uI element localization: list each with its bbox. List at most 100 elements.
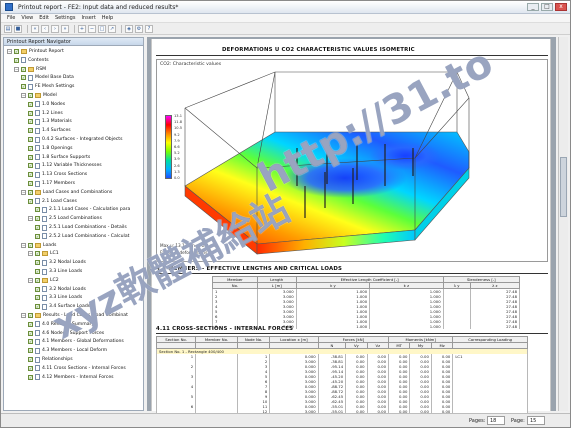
checkbox[interactable]: ✓ xyxy=(35,233,40,239)
nav-tree-item[interactable]: ✓ 1.17 Members xyxy=(28,180,75,187)
checkbox[interactable]: ✓ xyxy=(35,207,40,213)
checkbox[interactable]: ✓ xyxy=(35,295,40,301)
vertical-scrollbar[interactable] xyxy=(558,37,568,411)
nav-tree-item[interactable]: ✓ 4.6 Nodes - Support Forces xyxy=(28,330,104,337)
nav-tree-item[interactable]: − ✓ 2.5 Load Combinations xyxy=(28,215,102,222)
checkbox[interactable]: ✓ xyxy=(14,57,19,63)
nav-tree-item[interactable]: ✓ 3.3 Line Loads xyxy=(35,294,82,301)
nav-tree-item[interactable]: ✓ 1.8 Surface Supports xyxy=(28,154,90,161)
nav-tree-item[interactable]: ✓ 3.2 Nodal Loads xyxy=(35,286,86,293)
nav-tree-item[interactable]: ✓ 1.2 Lines xyxy=(28,110,63,117)
nav-tree-item[interactable]: ✓ Model Base Data xyxy=(21,74,74,81)
nav-tree-item[interactable]: ✓ 2.1.1 Load Cases - Calculation para xyxy=(35,206,130,213)
checkbox[interactable]: ✓ xyxy=(28,313,33,318)
checkbox[interactable]: ✓ xyxy=(21,66,26,72)
page-setup-icon[interactable]: □ xyxy=(98,24,106,33)
menu-edit[interactable]: Edit xyxy=(39,15,49,21)
checkbox[interactable]: ✓ xyxy=(28,110,33,116)
zoom-out-icon[interactable]: − xyxy=(88,24,96,33)
expand-toggle-icon[interactable]: − xyxy=(14,66,19,72)
nav-tree-item[interactable]: ✓ FE Mesh Settings xyxy=(21,83,74,90)
nav-tree-item[interactable]: − ✓ Results - Load Cases, Load Combinat xyxy=(21,312,128,319)
maximize-button[interactable]: □ xyxy=(541,3,553,11)
checkbox[interactable]: ✓ xyxy=(28,365,33,371)
scrollbar-thumb[interactable] xyxy=(560,157,567,217)
checkbox[interactable]: ✓ xyxy=(28,119,33,125)
nav-tree-item[interactable]: ✓ 3.4 Surface Loads xyxy=(35,303,90,310)
checkbox[interactable]: ✓ xyxy=(35,260,40,266)
nav-tree-item[interactable]: ✓ 4.12 Members - Internal Forces xyxy=(28,374,114,381)
nav-tree-item[interactable]: ✓ 4.11 Cross Sections - Internal Forces xyxy=(28,365,126,372)
checkbox[interactable]: ✓ xyxy=(28,154,33,160)
checkbox[interactable]: ✓ xyxy=(28,357,33,362)
menu-settings[interactable]: Settings xyxy=(55,15,76,21)
expand-toggle-icon[interactable]: − xyxy=(21,93,26,98)
settings-icon[interactable]: ⚙ xyxy=(135,24,143,33)
menu-help[interactable]: Help xyxy=(102,15,113,21)
checkbox[interactable]: ✓ xyxy=(28,145,33,151)
nav-tree-item[interactable]: ✓ 4.1 Members - Global Deformations xyxy=(28,338,124,345)
first-page-icon[interactable]: « xyxy=(31,24,39,33)
nav-tree-item[interactable]: ✓ 1.3 Materials xyxy=(28,118,72,125)
nav-tree-item[interactable]: − ✓ Load Cases and Combinations xyxy=(21,189,112,196)
nav-tree-item[interactable]: ✓ 4.0 Results - Summary xyxy=(28,321,94,328)
checkbox[interactable]: ✓ xyxy=(14,49,19,54)
nav-tree-item[interactable]: − ✓ Loads xyxy=(21,242,56,249)
checkbox[interactable]: ✓ xyxy=(28,93,33,98)
nav-tree-item[interactable]: ✓ 2.5.1 Load Combinations - Details xyxy=(35,224,127,231)
checkbox[interactable]: ✓ xyxy=(28,198,33,204)
checkbox[interactable]: ✓ xyxy=(35,269,40,274)
nav-tree-item[interactable]: ✓ 1.13 Cross Sections xyxy=(28,171,87,178)
nav-tree-item[interactable]: ✓ 1.12 Variable Thicknesses xyxy=(28,162,102,169)
help-icon[interactable]: ? xyxy=(145,24,153,33)
nav-tree-item[interactable]: ✓ 1.4 Surfaces xyxy=(28,127,71,134)
export-icon[interactable]: ↗ xyxy=(108,24,116,33)
nav-tree-item[interactable]: − ✓ LC1 xyxy=(28,250,59,257)
checkbox[interactable]: ✓ xyxy=(35,286,40,292)
previous-page-icon[interactable]: ‹ xyxy=(41,24,49,33)
last-page-icon[interactable]: » xyxy=(61,24,69,33)
checkbox[interactable]: ✓ xyxy=(28,330,33,336)
nav-tree-item[interactable]: ✓ 2.1 Load Cases xyxy=(28,198,77,205)
expand-toggle-icon[interactable]: − xyxy=(21,242,26,248)
checkbox[interactable]: ✓ xyxy=(28,137,33,142)
nav-tree-item[interactable]: ✓ 3.2 Nodal Loads xyxy=(35,259,86,266)
next-page-icon[interactable]: › xyxy=(51,24,59,33)
nav-tree-item[interactable]: − ✓ LC2 xyxy=(28,277,59,284)
nav-tree-item[interactable]: ✓ Contents xyxy=(14,57,49,64)
nav-tree-item[interactable]: ✓ 4.3 Members - Local Deform xyxy=(28,347,107,354)
expand-toggle-icon[interactable]: − xyxy=(28,251,33,257)
nav-tree-item[interactable]: ✓ 0.4.2 Surfaces - Integrated Objects xyxy=(28,136,123,143)
checkbox[interactable]: ✓ xyxy=(35,277,40,283)
checkbox[interactable]: ✓ xyxy=(28,163,33,169)
expand-toggle-icon[interactable]: − xyxy=(21,313,26,318)
zoom-in-icon[interactable]: + xyxy=(78,24,86,33)
menu-insert[interactable]: Insert xyxy=(81,15,95,21)
checkbox[interactable]: ✓ xyxy=(35,304,40,310)
checkbox[interactable]: ✓ xyxy=(35,216,40,222)
menu-file[interactable]: File xyxy=(7,15,15,21)
nav-tree-item[interactable]: ✓ 1.8 Openings xyxy=(28,145,73,152)
checkbox[interactable]: ✓ xyxy=(28,128,33,134)
insert-graphic-icon[interactable]: ◈ xyxy=(125,24,133,33)
menu-view[interactable]: View xyxy=(21,15,33,21)
checkbox[interactable]: ✓ xyxy=(28,189,33,195)
checkbox[interactable]: ✓ xyxy=(35,225,40,230)
expand-toggle-icon[interactable]: − xyxy=(28,277,33,283)
save-icon[interactable]: ■ xyxy=(14,24,22,33)
expand-toggle-icon[interactable]: − xyxy=(28,216,33,222)
close-button[interactable]: x xyxy=(555,3,567,11)
minimize-button[interactable]: _ xyxy=(527,3,539,11)
current-page[interactable]: 15 xyxy=(527,416,545,425)
expand-toggle-icon[interactable]: − xyxy=(21,189,26,195)
nav-tree-item[interactable]: ✓ 3.3 Line Loads xyxy=(35,268,82,275)
nav-tree-item[interactable]: − ✓ RSM xyxy=(14,66,46,73)
checkbox[interactable]: ✓ xyxy=(21,84,26,90)
checkbox[interactable]: ✓ xyxy=(28,321,33,327)
checkbox[interactable]: ✓ xyxy=(28,339,33,345)
checkbox[interactable]: ✓ xyxy=(21,75,26,81)
nav-tree-item[interactable]: − ✓ Model xyxy=(21,92,57,99)
checkbox[interactable]: ✓ xyxy=(35,251,40,257)
print-icon[interactable]: ▤ xyxy=(4,24,12,33)
checkbox[interactable]: ✓ xyxy=(28,172,33,178)
